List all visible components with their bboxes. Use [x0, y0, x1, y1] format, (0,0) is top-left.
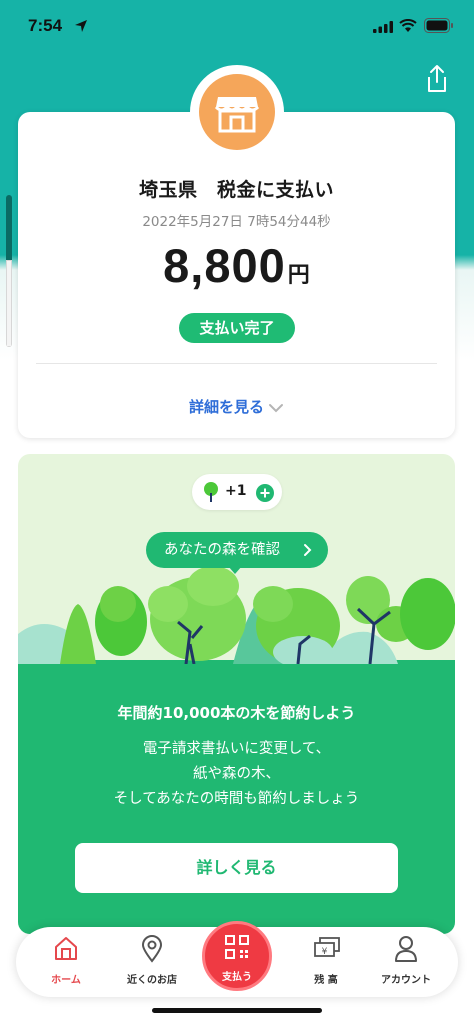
wifi-icon — [399, 19, 417, 32]
save-heading: 年間約10,000本の木を節約しよう — [117, 704, 356, 722]
save-body-line: 電子請求書払いに変更して、 — [142, 741, 331, 757]
more-button[interactable]: 詳しく見る — [75, 843, 398, 893]
cellular-signal-icon — [373, 21, 393, 33]
pay-button-label: 支払う — [222, 972, 252, 983]
details-link-label: 詳細を見る — [188, 398, 264, 416]
save-body-line: 紙や森の木、 — [193, 766, 280, 782]
tree-icon — [204, 482, 218, 502]
tab-balance[interactable]: ¥ 残 高 — [286, 927, 366, 997]
scroll-indicator[interactable] — [6, 195, 12, 347]
divider — [36, 363, 437, 364]
tab-label: 近くのお店 — [127, 975, 177, 986]
share-icon[interactable] — [424, 64, 450, 94]
payment-datetime: 2022年5月27日 7時54分44秒 — [142, 214, 331, 230]
home-indicator — [152, 1008, 322, 1013]
details-link[interactable]: 詳細を見る — [18, 396, 455, 417]
plus-icon[interactable] — [256, 484, 274, 502]
tab-account[interactable]: アカウント — [366, 927, 446, 997]
forest-link-button[interactable]: あなたの森を確認 — [146, 532, 328, 574]
chevron-down-icon — [269, 403, 283, 412]
amount: 8,800円 — [18, 238, 455, 293]
save-body: 電子請求書払いに変更して、 紙や森の木、 そしてあなたの時間も節約しましょう — [18, 737, 455, 812]
tree-counter[interactable]: +1 — [192, 474, 282, 510]
tab-home[interactable]: ホーム — [26, 927, 106, 997]
tab-label: 残 高 — [314, 975, 338, 986]
home-icon — [55, 937, 77, 960]
status-badge: 支払い完了 — [179, 313, 295, 343]
save-body-line: そしてあなたの時間も節約しましょう — [113, 791, 360, 807]
merchant-name: 埼玉県 税金に支払い — [138, 179, 334, 201]
money-icon: ¥ — [314, 937, 340, 957]
forest-card: +1 あなたの森を確認 年間約10,000本の木を節約しよう 電子請求書払いに変… — [18, 454, 455, 934]
status-time: 7:54 — [28, 16, 63, 35]
chevron-right-icon — [304, 544, 312, 556]
qr-code-icon — [225, 935, 249, 959]
svg-text:¥: ¥ — [322, 947, 328, 957]
tree-count: +1 — [225, 483, 247, 499]
forest-illustration — [18, 566, 455, 664]
amount-value: 8,800 — [163, 239, 286, 292]
account-icon — [395, 936, 417, 962]
status-bar: 7:54 — [0, 0, 474, 52]
location-arrow-icon — [75, 20, 87, 32]
battery-icon — [424, 18, 453, 33]
currency-unit: 円 — [287, 263, 310, 288]
forest-link-label: あなたの森を確認 — [164, 542, 280, 558]
pay-button[interactable]: 支払う — [202, 921, 272, 991]
tab-nearby-stores[interactable]: 近くのお店 — [112, 927, 192, 997]
tab-label: ホーム — [51, 975, 81, 986]
map-pin-icon — [141, 935, 163, 963]
store-icon — [214, 97, 260, 133]
tab-label: アカウント — [381, 975, 431, 986]
